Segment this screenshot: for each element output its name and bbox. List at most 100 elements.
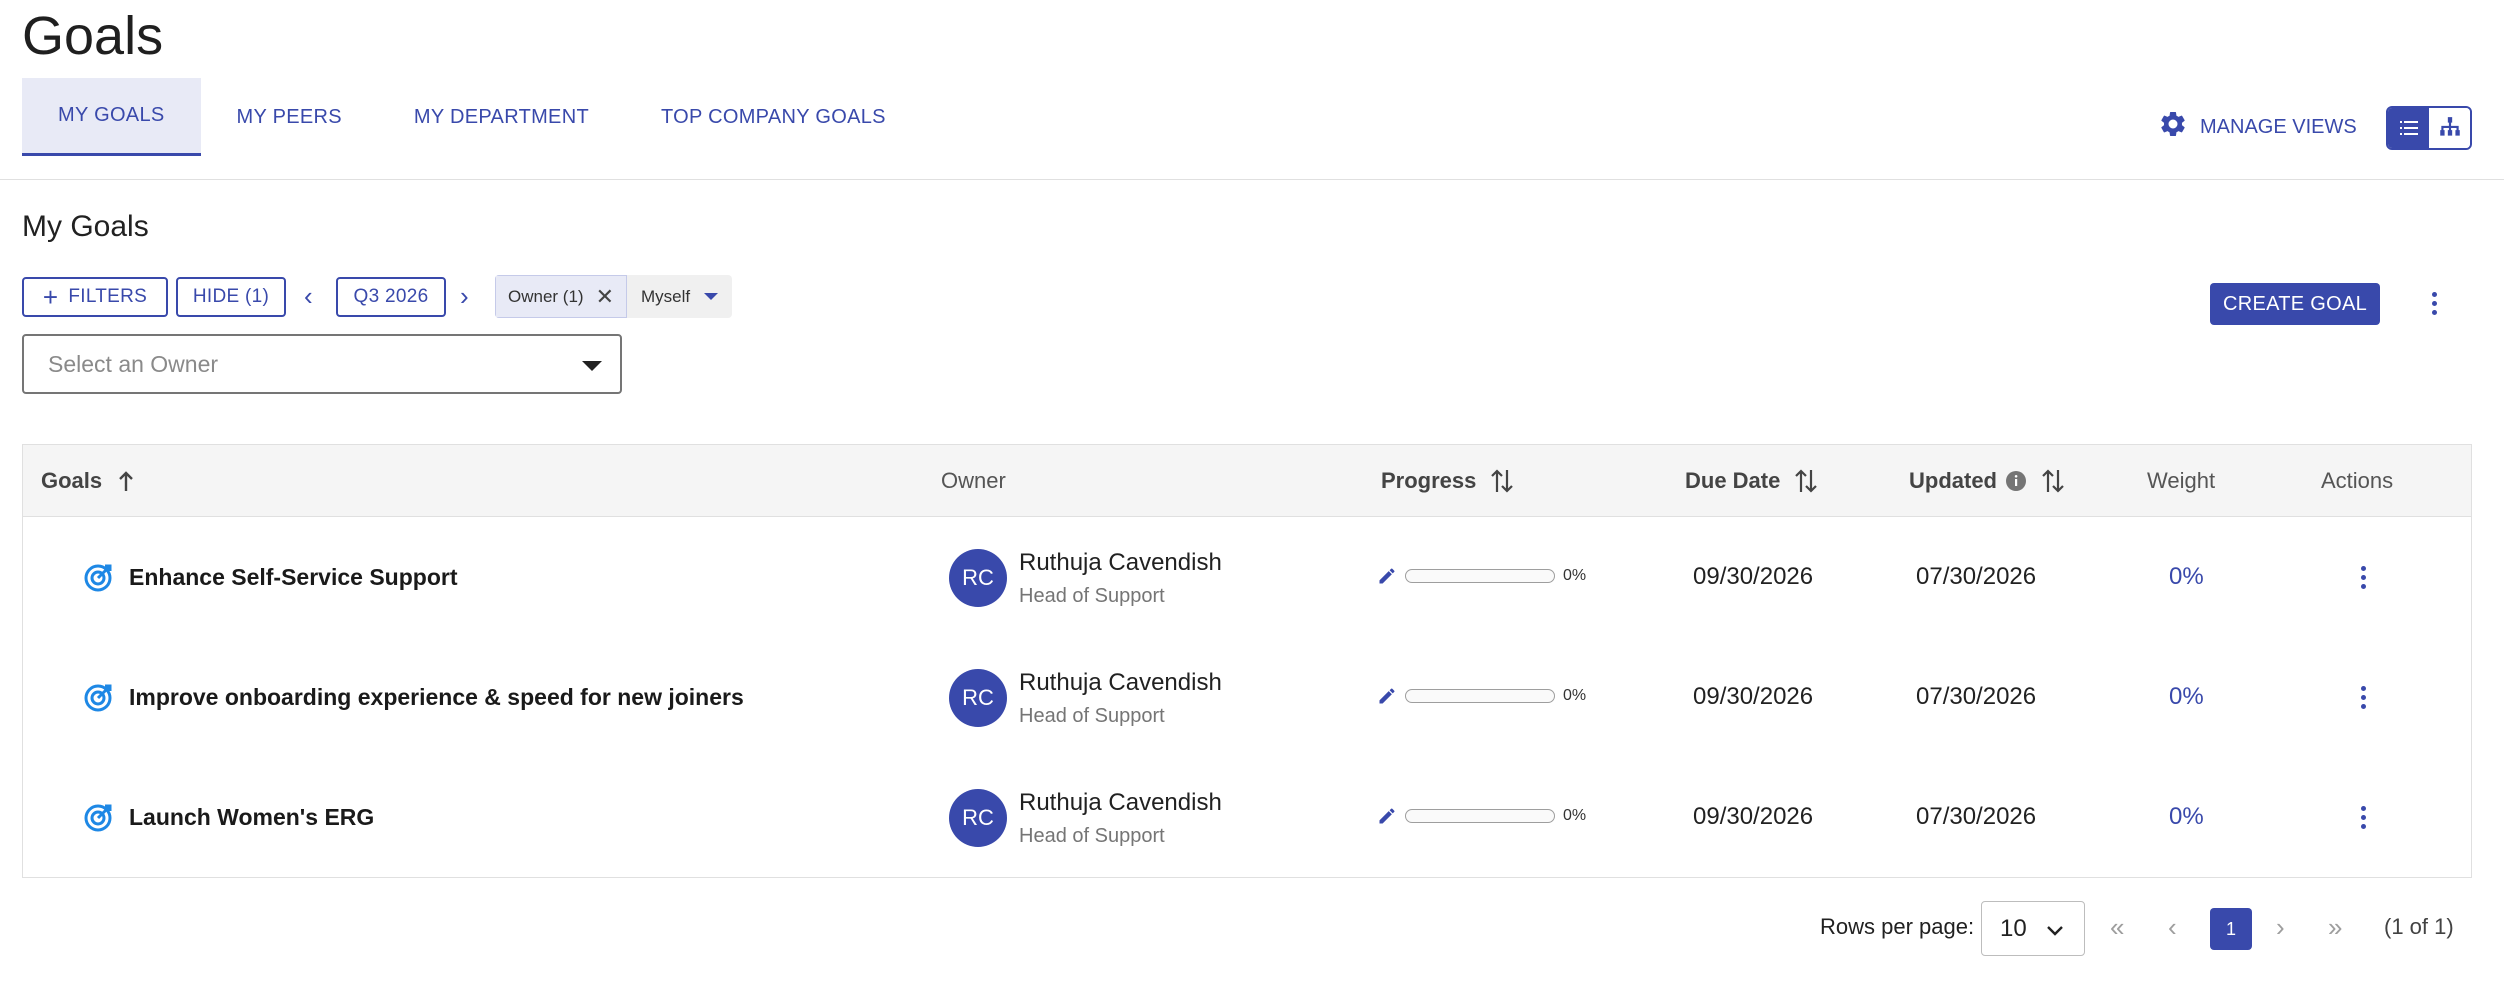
goal-tabs: MY GOALS MY PEERS MY DEPARTMENT TOP COMP… <box>22 78 922 156</box>
list-view-button[interactable] <box>2388 108 2429 148</box>
rows-per-page-label: Rows per page: <box>1820 914 1975 939</box>
chip-value-dropdown[interactable]: Myself <box>627 275 733 318</box>
chip-value: Myself <box>641 286 691 306</box>
edit-pencil-icon[interactable] <box>1377 806 1397 826</box>
progress-bar <box>1405 809 1555 823</box>
header-divider <box>0 179 2504 180</box>
progress-cell: 0% <box>1377 806 1586 826</box>
last-page-icon[interactable]: » <box>2328 912 2342 943</box>
goal-name[interactable]: Enhance Self-Service Support <box>129 564 457 591</box>
chevron-down-icon <box>2047 926 2063 936</box>
owner-role: Head of Support <box>1019 705 1165 727</box>
owner-name: Ruthuja Cavendish <box>1019 669 1222 696</box>
tab-my-peers[interactable]: MY PEERS <box>201 78 378 156</box>
progress-bar <box>1405 689 1555 703</box>
weight-value[interactable]: 0% <box>2169 757 2204 877</box>
next-period-icon[interactable]: › <box>460 283 469 309</box>
sort-icon <box>1491 469 1514 493</box>
owner-role: Head of Support <box>1019 825 1165 847</box>
org-chart-icon <box>2439 117 2460 136</box>
weight-value[interactable]: 0% <box>2169 637 2204 757</box>
weight-value[interactable]: 0% <box>2169 517 2204 637</box>
list-icon <box>2399 121 2418 135</box>
updated-date: 07/30/2026 <box>1916 683 2037 710</box>
due-date: 09/30/2026 <box>1693 563 1814 590</box>
filters-label: FILTERS <box>68 286 148 307</box>
gear-icon <box>2158 109 2188 145</box>
tab-my-goals[interactable]: MY GOALS <box>22 78 201 156</box>
owner-select[interactable]: Select an Owner <box>22 334 622 394</box>
page-summary: (1 of 1) <box>2384 914 2454 939</box>
manage-views-label: MANAGE VIEWS <box>2200 115 2357 138</box>
goal-name[interactable]: Launch Women's ERG <box>129 804 374 831</box>
first-page-icon[interactable]: « <box>2110 912 2124 943</box>
progress-bar <box>1405 569 1555 583</box>
column-header-goals[interactable]: Goals <box>41 445 136 517</box>
page-title: Goals <box>22 6 164 66</box>
plus-icon: + <box>42 282 59 312</box>
column-header-actions: Actions <box>2321 468 2394 493</box>
rows-per-page-select[interactable]: 10 <box>1981 901 2085 956</box>
period-button[interactable]: Q3 2026 <box>336 277 446 317</box>
due-date: 09/30/2026 <box>1693 683 1814 710</box>
sort-icon <box>2042 469 2064 493</box>
sort-ascending-icon <box>119 471 133 491</box>
goal-target-icon <box>84 804 112 832</box>
owner-filter-chip: Owner (1) ✕ Myself <box>495 275 733 318</box>
progress-cell: 0% <box>1377 566 1586 586</box>
goals-table: Goals Owner Progress Due Date Updated We… <box>22 444 2472 878</box>
create-goal-button[interactable]: CREATE GOAL <box>2210 283 2380 325</box>
next-page-icon[interactable]: › <box>2276 912 2285 943</box>
row-actions-icon[interactable] <box>2353 682 2373 712</box>
updated-date: 07/30/2026 <box>1916 563 2037 590</box>
goal-target-icon <box>84 684 112 712</box>
owner-select-placeholder: Select an Owner <box>48 350 219 377</box>
more-options-icon[interactable] <box>2424 288 2444 318</box>
owner-role: Head of Support <box>1019 585 1165 607</box>
column-header-updated[interactable]: Updated <box>1909 445 2065 517</box>
caret-down-icon <box>704 293 719 300</box>
tab-top-company-goals[interactable]: TOP COMPANY GOALS <box>625 78 922 156</box>
caret-down-icon <box>582 361 602 371</box>
column-header-owner: Owner <box>941 468 1006 493</box>
column-header-progress[interactable]: Progress <box>1381 445 1514 517</box>
hide-button[interactable]: HIDE (1) <box>176 277 286 317</box>
current-page-button[interactable]: 1 <box>2210 908 2252 950</box>
sort-icon <box>1795 469 1818 493</box>
progress-text: 0% <box>1563 567 1587 584</box>
view-mode-toggle <box>2386 106 2472 150</box>
avatar: RC <box>949 669 1007 727</box>
manage-views-button[interactable]: MANAGE VIEWS <box>2158 110 2357 144</box>
due-date: 09/30/2026 <box>1693 803 1814 830</box>
goal-name[interactable]: Improve onboarding experience & speed fo… <box>129 684 744 711</box>
updated-date: 07/30/2026 <box>1916 803 2037 830</box>
avatar: RC <box>949 789 1007 847</box>
column-header-due-date[interactable]: Due Date <box>1685 445 1818 517</box>
owner-name: Ruthuja Cavendish <box>1019 549 1222 576</box>
owner-name: Ruthuja Cavendish <box>1019 789 1222 816</box>
progress-text: 0% <box>1563 807 1587 824</box>
chip-label: Owner (1) <box>508 286 584 306</box>
row-actions-icon[interactable] <box>2353 562 2373 592</box>
avatar: RC <box>949 549 1007 607</box>
progress-cell: 0% <box>1377 686 1586 706</box>
section-title: My Goals <box>22 210 149 243</box>
edit-pencil-icon[interactable] <box>1377 566 1397 586</box>
table-header: Goals Owner Progress Due Date Updated We… <box>23 445 2471 517</box>
edit-pencil-icon[interactable] <box>1377 686 1397 706</box>
column-header-weight: Weight <box>2147 468 2216 493</box>
info-icon <box>2006 471 2026 491</box>
close-icon[interactable]: ✕ <box>596 284 614 310</box>
tree-view-button[interactable] <box>2429 108 2470 148</box>
rows-per-page-value: 10 <box>2000 914 2027 942</box>
table-row[interactable]: Enhance Self-Service Support RC Ruthuja … <box>23 517 2471 637</box>
progress-text: 0% <box>1563 687 1587 704</box>
filters-button[interactable]: + FILTERS <box>22 277 168 317</box>
previous-page-icon[interactable]: ‹ <box>2168 912 2177 943</box>
table-row[interactable]: Launch Women's ERG RC Ruthuja Cavendish … <box>23 757 2471 877</box>
row-actions-icon[interactable] <box>2353 802 2373 832</box>
table-row[interactable]: Improve onboarding experience & speed fo… <box>23 637 2471 757</box>
tab-my-department[interactable]: MY DEPARTMENT <box>378 78 625 156</box>
goal-target-icon <box>84 564 112 592</box>
previous-period-icon[interactable]: ‹ <box>304 283 313 309</box>
